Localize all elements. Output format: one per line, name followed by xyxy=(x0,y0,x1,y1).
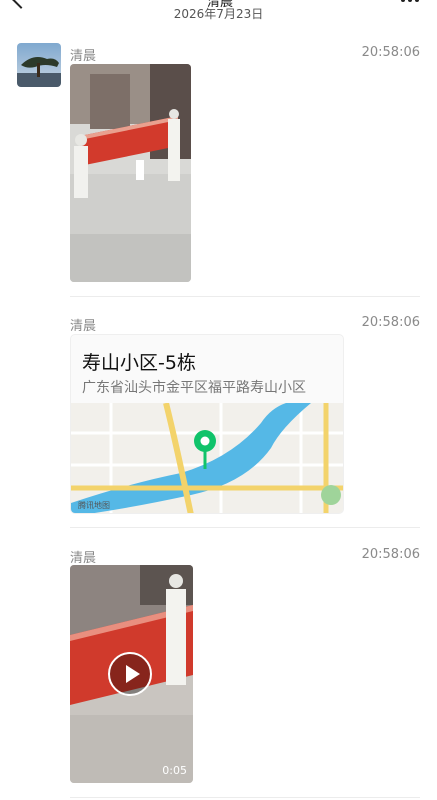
message-divider xyxy=(70,296,420,297)
play-icon[interactable] xyxy=(108,652,152,696)
message-time: 20:58:06 xyxy=(361,547,420,562)
chat-header: 清晨 2026年7月23日 xyxy=(0,0,437,30)
location-address: 广东省汕头市金平区福平路寿山小区 xyxy=(82,380,306,396)
map-credit: 腾讯地图 xyxy=(78,501,110,510)
location-name: 寿山小区-5栋 xyxy=(82,352,196,374)
date-label: 2026年7月23日 xyxy=(173,7,264,21)
more-dots-icon[interactable] xyxy=(401,0,419,2)
sender-name: 清晨 xyxy=(70,319,97,334)
photo-message[interactable] xyxy=(70,64,191,282)
map-preview[interactable]: 腾讯地图 xyxy=(71,402,343,513)
message-divider xyxy=(70,797,420,798)
message-divider xyxy=(70,527,420,528)
video-duration: 0:05 xyxy=(162,764,187,777)
video-message[interactable]: 0:05 xyxy=(70,565,193,783)
sender-name: 清晨 xyxy=(70,551,97,566)
message-time: 20:58:06 xyxy=(361,45,420,60)
sender-name: 清晨 xyxy=(70,49,97,64)
location-card[interactable]: 寿山小区-5栋 广东省汕头市金平区福平路寿山小区 腾讯地图 xyxy=(70,334,344,514)
message-time: 20:58:06 xyxy=(361,315,420,330)
avatar[interactable] xyxy=(17,43,61,87)
